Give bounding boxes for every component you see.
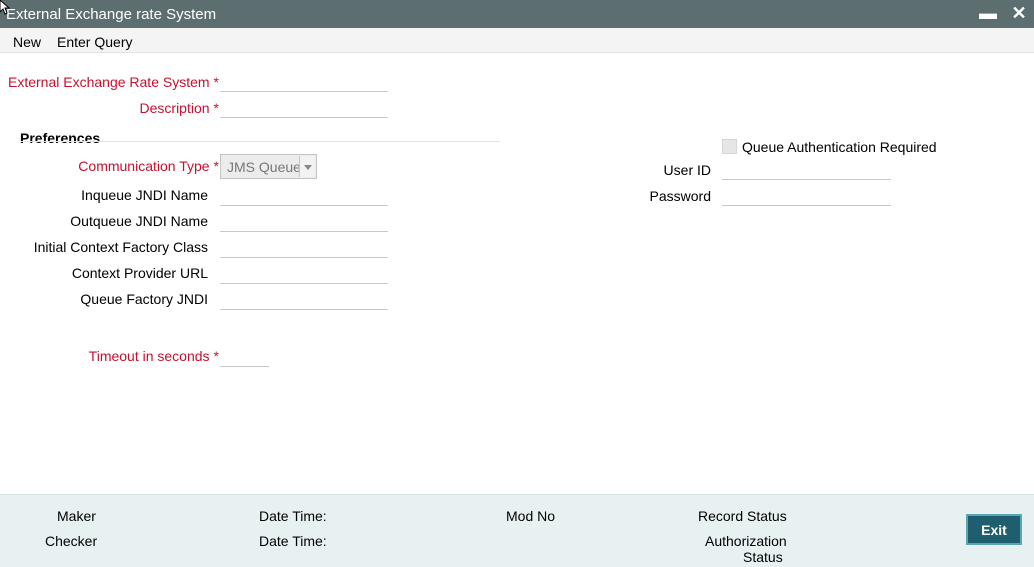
queue-auth-checkbox[interactable] xyxy=(722,139,737,154)
preferences-divider xyxy=(20,141,500,142)
timeout-input[interactable] xyxy=(220,345,269,367)
menu-new[interactable]: New xyxy=(13,34,41,50)
checker-label: Checker xyxy=(45,533,98,549)
audit-footer: Maker Checker Date Time: Date Time: Mod … xyxy=(0,494,1034,567)
required-marker: * xyxy=(213,100,219,116)
maker-date-time-label: Date Time: xyxy=(259,508,327,524)
communication-type-label: Communication Type * xyxy=(78,158,219,174)
authorization-status-label-line2: Status xyxy=(743,549,783,565)
menu-bar: New Enter Query xyxy=(0,28,1034,53)
mouse-cursor-icon xyxy=(0,0,10,15)
inqueue-label: Inqueue JNDI Name xyxy=(81,187,208,203)
timeout-label: Timeout in seconds * xyxy=(89,348,219,364)
window-titlebar: External Exchange rate System ▬ ✕ xyxy=(0,0,1034,28)
required-marker: * xyxy=(213,348,219,364)
authorization-status-label-line1: Authorization xyxy=(705,533,787,549)
initial-context-label: Initial Context Factory Class xyxy=(33,239,208,255)
preferences-title: Preferences xyxy=(20,130,101,146)
description-label: Description * xyxy=(140,100,219,116)
initial-context-input[interactable] xyxy=(220,236,388,258)
minimize-icon[interactable]: ▬ xyxy=(976,2,1000,26)
ext-system-label-text: External Exchange Rate System xyxy=(8,74,210,90)
user-id-label: User ID xyxy=(663,162,711,178)
password-label: Password xyxy=(649,188,711,204)
context-provider-label: Context Provider URL xyxy=(71,265,208,281)
communication-type-select[interactable]: JMS Queue xyxy=(220,154,317,179)
ext-system-input[interactable] xyxy=(220,70,388,92)
description-input[interactable] xyxy=(220,96,388,118)
queue-factory-input[interactable] xyxy=(220,288,388,310)
chevron-down-icon[interactable] xyxy=(299,156,315,177)
window-title: External Exchange rate System xyxy=(6,6,217,23)
record-status-label: Record Status xyxy=(698,508,787,524)
mod-no-label: Mod No xyxy=(506,508,556,524)
queue-auth-label: Queue Authentication Required xyxy=(742,139,937,155)
password-input[interactable] xyxy=(722,184,891,206)
context-provider-input[interactable] xyxy=(220,262,388,284)
outqueue-input[interactable] xyxy=(220,210,388,232)
timeout-label-text: Timeout in seconds xyxy=(88,348,210,364)
communication-type-value: JMS Queue xyxy=(227,159,301,175)
close-icon[interactable]: ✕ xyxy=(1007,2,1031,26)
user-id-input[interactable] xyxy=(722,158,891,180)
maker-label: Maker xyxy=(57,508,96,524)
queue-factory-label: Queue Factory JNDI xyxy=(80,291,208,307)
menu-enter-query[interactable]: Enter Query xyxy=(57,34,132,50)
outqueue-label: Outqueue JNDI Name xyxy=(70,213,208,229)
communication-type-label-text: Communication Type xyxy=(78,158,210,174)
checker-date-time-label: Date Time: xyxy=(259,533,327,549)
required-marker: * xyxy=(213,74,219,90)
exit-button[interactable]: Exit xyxy=(966,514,1022,545)
ext-system-label: External Exchange Rate System * xyxy=(8,74,219,90)
description-label-text: Description xyxy=(139,100,210,116)
inqueue-input[interactable] xyxy=(220,184,388,206)
required-marker: * xyxy=(213,158,219,174)
